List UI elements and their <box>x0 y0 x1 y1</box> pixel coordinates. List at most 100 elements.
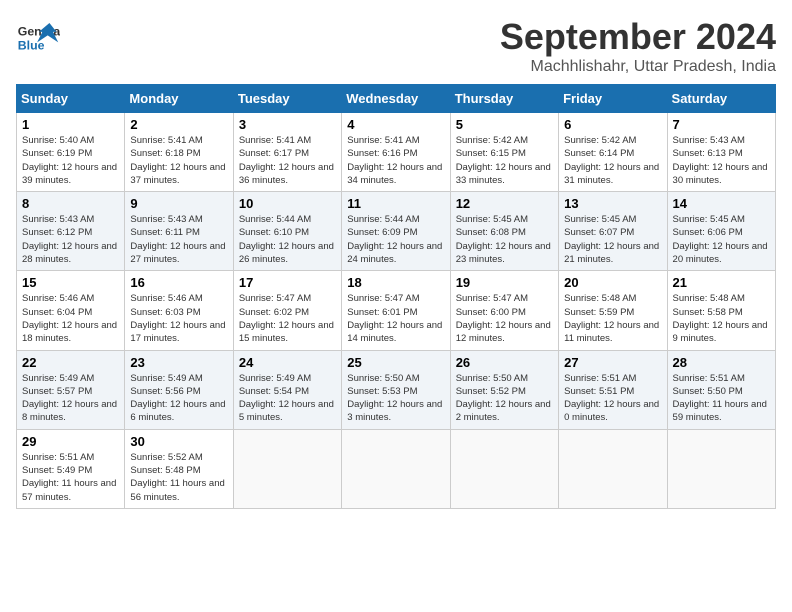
day-number: 7 <box>673 117 770 132</box>
day-info: Sunrise: 5:44 AMSunset: 6:10 PMDaylight:… <box>239 214 334 265</box>
day-number: 26 <box>456 355 553 370</box>
calendar-cell: 25 Sunrise: 5:50 AMSunset: 5:53 PMDaylig… <box>342 350 450 429</box>
day-info: Sunrise: 5:46 AMSunset: 6:03 PMDaylight:… <box>130 293 225 344</box>
calendar-cell: 13 Sunrise: 5:45 AMSunset: 6:07 PMDaylig… <box>559 192 667 271</box>
day-info: Sunrise: 5:47 AMSunset: 6:02 PMDaylight:… <box>239 293 334 344</box>
day-number: 12 <box>456 196 553 211</box>
logo-icon: General Blue <box>16 16 60 60</box>
calendar-cell: 8 Sunrise: 5:43 AMSunset: 6:12 PMDayligh… <box>17 192 125 271</box>
calendar-cell: 14 Sunrise: 5:45 AMSunset: 6:06 PMDaylig… <box>667 192 775 271</box>
calendar-cell <box>233 429 341 508</box>
weekday-header-tuesday: Tuesday <box>233 85 341 113</box>
day-info: Sunrise: 5:40 AMSunset: 6:19 PMDaylight:… <box>22 135 117 186</box>
day-number: 3 <box>239 117 336 132</box>
day-number: 20 <box>564 275 661 290</box>
calendar-cell: 6 Sunrise: 5:42 AMSunset: 6:14 PMDayligh… <box>559 113 667 192</box>
day-number: 19 <box>456 275 553 290</box>
day-info: Sunrise: 5:47 AMSunset: 6:01 PMDaylight:… <box>347 293 442 344</box>
month-title: September 2024 <box>500 16 776 58</box>
day-number: 28 <box>673 355 770 370</box>
day-info: Sunrise: 5:45 AMSunset: 6:08 PMDaylight:… <box>456 214 551 265</box>
day-info: Sunrise: 5:41 AMSunset: 6:17 PMDaylight:… <box>239 135 334 186</box>
day-number: 6 <box>564 117 661 132</box>
day-info: Sunrise: 5:43 AMSunset: 6:13 PMDaylight:… <box>673 135 768 186</box>
calendar-cell: 26 Sunrise: 5:50 AMSunset: 5:52 PMDaylig… <box>450 350 558 429</box>
calendar-cell: 5 Sunrise: 5:42 AMSunset: 6:15 PMDayligh… <box>450 113 558 192</box>
calendar-cell <box>559 429 667 508</box>
calendar-cell: 2 Sunrise: 5:41 AMSunset: 6:18 PMDayligh… <box>125 113 233 192</box>
calendar-cell <box>342 429 450 508</box>
day-info: Sunrise: 5:45 AMSunset: 6:06 PMDaylight:… <box>673 214 768 265</box>
day-info: Sunrise: 5:51 AMSunset: 5:49 PMDaylight:… <box>22 452 116 503</box>
day-info: Sunrise: 5:49 AMSunset: 5:56 PMDaylight:… <box>130 373 225 424</box>
calendar-cell <box>450 429 558 508</box>
calendar-cell: 9 Sunrise: 5:43 AMSunset: 6:11 PMDayligh… <box>125 192 233 271</box>
calendar-cell: 20 Sunrise: 5:48 AMSunset: 5:59 PMDaylig… <box>559 271 667 350</box>
day-number: 1 <box>22 117 119 132</box>
weekday-header-thursday: Thursday <box>450 85 558 113</box>
day-number: 14 <box>673 196 770 211</box>
calendar-cell: 22 Sunrise: 5:49 AMSunset: 5:57 PMDaylig… <box>17 350 125 429</box>
day-info: Sunrise: 5:48 AMSunset: 5:58 PMDaylight:… <box>673 293 768 344</box>
calendar-cell: 18 Sunrise: 5:47 AMSunset: 6:01 PMDaylig… <box>342 271 450 350</box>
day-number: 15 <box>22 275 119 290</box>
weekday-header-wednesday: Wednesday <box>342 85 450 113</box>
logo: General Blue <box>16 16 60 60</box>
day-info: Sunrise: 5:50 AMSunset: 5:53 PMDaylight:… <box>347 373 442 424</box>
day-info: Sunrise: 5:43 AMSunset: 6:12 PMDaylight:… <box>22 214 117 265</box>
day-info: Sunrise: 5:49 AMSunset: 5:57 PMDaylight:… <box>22 373 117 424</box>
day-info: Sunrise: 5:41 AMSunset: 6:18 PMDaylight:… <box>130 135 225 186</box>
day-number: 11 <box>347 196 444 211</box>
day-number: 10 <box>239 196 336 211</box>
day-number: 27 <box>564 355 661 370</box>
calendar-table: SundayMondayTuesdayWednesdayThursdayFrid… <box>16 84 776 509</box>
calendar-cell: 24 Sunrise: 5:49 AMSunset: 5:54 PMDaylig… <box>233 350 341 429</box>
day-number: 2 <box>130 117 227 132</box>
calendar-cell: 4 Sunrise: 5:41 AMSunset: 6:16 PMDayligh… <box>342 113 450 192</box>
day-number: 30 <box>130 434 227 449</box>
day-number: 8 <box>22 196 119 211</box>
day-number: 23 <box>130 355 227 370</box>
weekday-header-friday: Friday <box>559 85 667 113</box>
calendar-cell: 21 Sunrise: 5:48 AMSunset: 5:58 PMDaylig… <box>667 271 775 350</box>
weekday-header-saturday: Saturday <box>667 85 775 113</box>
calendar-cell: 30 Sunrise: 5:52 AMSunset: 5:48 PMDaylig… <box>125 429 233 508</box>
calendar-cell: 1 Sunrise: 5:40 AMSunset: 6:19 PMDayligh… <box>17 113 125 192</box>
calendar-cell: 23 Sunrise: 5:49 AMSunset: 5:56 PMDaylig… <box>125 350 233 429</box>
day-number: 4 <box>347 117 444 132</box>
day-info: Sunrise: 5:46 AMSunset: 6:04 PMDaylight:… <box>22 293 117 344</box>
weekday-header-sunday: Sunday <box>17 85 125 113</box>
day-number: 18 <box>347 275 444 290</box>
day-number: 16 <box>130 275 227 290</box>
calendar-cell: 17 Sunrise: 5:47 AMSunset: 6:02 PMDaylig… <box>233 271 341 350</box>
calendar-cell: 16 Sunrise: 5:46 AMSunset: 6:03 PMDaylig… <box>125 271 233 350</box>
calendar-cell: 27 Sunrise: 5:51 AMSunset: 5:51 PMDaylig… <box>559 350 667 429</box>
day-info: Sunrise: 5:43 AMSunset: 6:11 PMDaylight:… <box>130 214 225 265</box>
day-number: 24 <box>239 355 336 370</box>
day-info: Sunrise: 5:50 AMSunset: 5:52 PMDaylight:… <box>456 373 551 424</box>
calendar-cell: 11 Sunrise: 5:44 AMSunset: 6:09 PMDaylig… <box>342 192 450 271</box>
weekday-header-monday: Monday <box>125 85 233 113</box>
title-area: September 2024 Machhlishahr, Uttar Prade… <box>500 16 776 76</box>
calendar-cell: 3 Sunrise: 5:41 AMSunset: 6:17 PMDayligh… <box>233 113 341 192</box>
calendar-cell: 29 Sunrise: 5:51 AMSunset: 5:49 PMDaylig… <box>17 429 125 508</box>
day-number: 13 <box>564 196 661 211</box>
day-number: 9 <box>130 196 227 211</box>
day-info: Sunrise: 5:42 AMSunset: 6:15 PMDaylight:… <box>456 135 551 186</box>
day-info: Sunrise: 5:51 AMSunset: 5:51 PMDaylight:… <box>564 373 659 424</box>
calendar-cell: 15 Sunrise: 5:46 AMSunset: 6:04 PMDaylig… <box>17 271 125 350</box>
calendar-cell: 28 Sunrise: 5:51 AMSunset: 5:50 PMDaylig… <box>667 350 775 429</box>
day-info: Sunrise: 5:52 AMSunset: 5:48 PMDaylight:… <box>130 452 224 503</box>
day-number: 22 <box>22 355 119 370</box>
calendar-cell <box>667 429 775 508</box>
calendar-cell: 7 Sunrise: 5:43 AMSunset: 6:13 PMDayligh… <box>667 113 775 192</box>
day-info: Sunrise: 5:47 AMSunset: 6:00 PMDaylight:… <box>456 293 551 344</box>
day-info: Sunrise: 5:48 AMSunset: 5:59 PMDaylight:… <box>564 293 659 344</box>
day-info: Sunrise: 5:45 AMSunset: 6:07 PMDaylight:… <box>564 214 659 265</box>
day-number: 5 <box>456 117 553 132</box>
svg-text:Blue: Blue <box>18 38 45 52</box>
calendar-cell: 12 Sunrise: 5:45 AMSunset: 6:08 PMDaylig… <box>450 192 558 271</box>
calendar-cell: 10 Sunrise: 5:44 AMSunset: 6:10 PMDaylig… <box>233 192 341 271</box>
day-info: Sunrise: 5:42 AMSunset: 6:14 PMDaylight:… <box>564 135 659 186</box>
calendar-cell: 19 Sunrise: 5:47 AMSunset: 6:00 PMDaylig… <box>450 271 558 350</box>
